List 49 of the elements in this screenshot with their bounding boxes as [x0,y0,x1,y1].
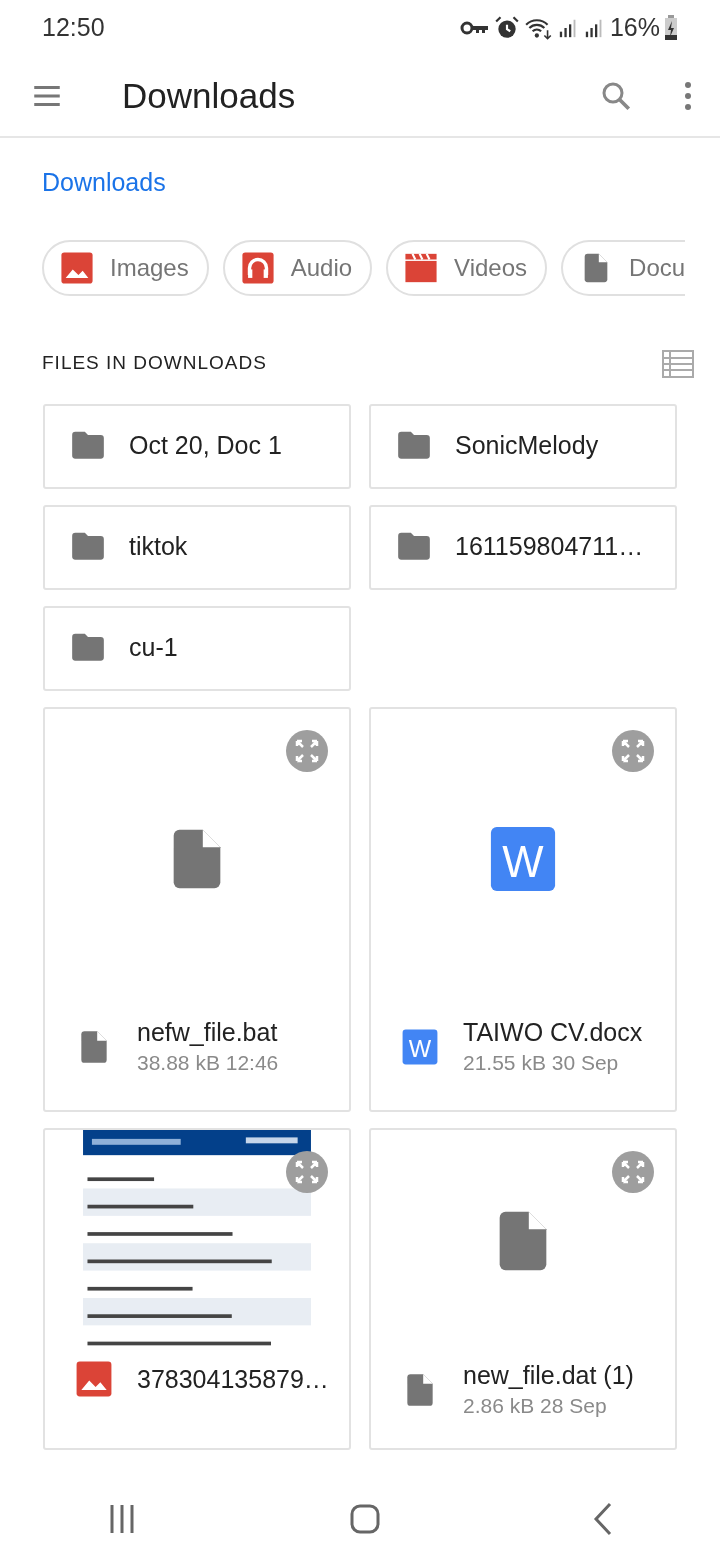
file-name: nefw_file.bat [137,1016,279,1047]
alarm-clock-icon [493,15,520,41]
expand-icon [285,728,329,773]
folder-name: SonicMelody [455,430,599,462]
folder-item[interactable]: tiktok [43,504,351,590]
filter-chip[interactable]: Audio [222,239,373,296]
file-card[interactable]: 378304135879… [43,1127,351,1450]
list-view-button[interactable] [662,349,694,378]
list-view-icon [662,349,694,378]
folder-name: 161159804711… [455,531,644,563]
status-time: 12:50 [42,12,105,44]
folder-name: Oct 20, Doc 1 [129,430,282,462]
expand-icon [285,1149,329,1194]
file-details: 38.88 kB 12:46 [137,1049,279,1076]
headphones-icon [240,250,275,285]
breadcrumb-link[interactable]: Downloads [42,164,166,202]
file-name: TAIWO CV.docx [463,1016,643,1047]
home-button[interactable] [350,1504,380,1534]
charging-battery-icon [664,15,678,41]
expand-icon [611,728,655,773]
file-name: new_file.dat (1) [463,1359,634,1390]
filter-chip[interactable]: Docu [561,239,686,296]
back-button[interactable] [593,1502,614,1536]
folder-item[interactable]: SonicMelody [369,403,677,489]
file-details: 21.55 kB 30 Sep [463,1049,620,1076]
battery-percent: 16% [609,12,660,44]
folder-name: tiktok [129,531,188,563]
back-icon [593,1502,614,1536]
home-icon [350,1504,380,1534]
screen-title: Downloads [122,74,296,117]
word-document-icon: W [401,1028,439,1067]
folder-item[interactable]: Oct 20, Doc 1 [43,403,351,489]
folder-item[interactable]: cu-1 [43,605,351,691]
clapperboard-icon [404,250,439,285]
file-card[interactable]: new_file.dat (1) 2.86 kB 28 Sep [369,1127,677,1450]
file-card[interactable]: nefw_file.bat 38.88 kB 12:46 [43,706,351,1112]
filter-chip[interactable]: Videos [386,239,548,296]
file-details: 2.86 kB 28 Sep [463,1392,608,1419]
file-name: 378304135879… [137,1363,329,1394]
folder-name: cu-1 [129,632,178,664]
image-icon [60,250,94,285]
more-options-button[interactable] [682,79,694,113]
folder-item[interactable]: 161159804711… [369,504,677,590]
expand-icon [611,1149,655,1194]
section-heading: FILES IN DOWNLOADS [42,351,267,376]
image-icon [75,1359,113,1398]
more-vertical-icon [682,79,694,113]
filter-chip[interactable]: Images [42,239,209,296]
file-card[interactable]: W W TAIWO CV.docx 21.55 kB 30 Sep [369,706,677,1112]
